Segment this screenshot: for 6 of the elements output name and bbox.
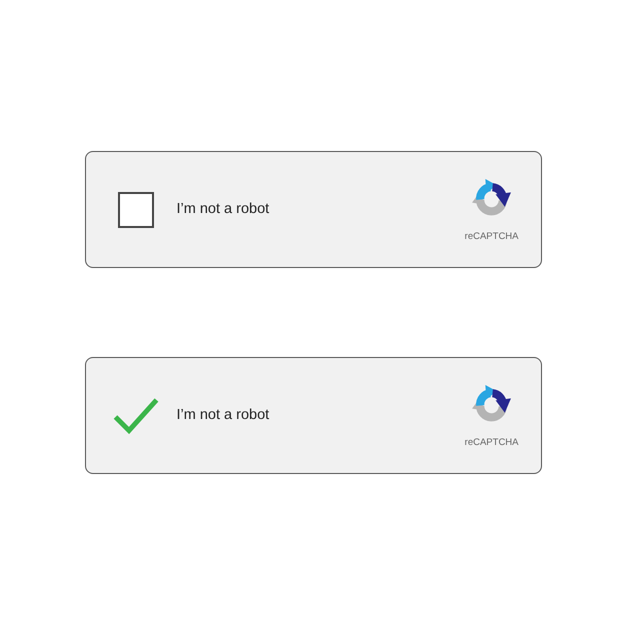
checkbox-label: I’m not a robot: [176, 406, 270, 425]
brand-name: reCAPTCHA: [464, 232, 518, 242]
checkmark-icon[interactable]: [112, 396, 158, 434]
brand-name: reCAPTCHA: [464, 438, 518, 448]
checkbox[interactable]: [118, 192, 154, 228]
checkbox-label: I’m not a robot: [176, 200, 270, 219]
